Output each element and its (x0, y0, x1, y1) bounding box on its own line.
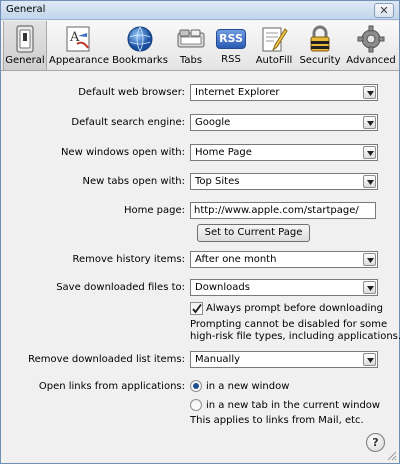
tab-rss-label: RSS (221, 54, 241, 65)
chevron-down-icon (363, 353, 376, 366)
remove-history-label: Remove history items: (72, 254, 185, 265)
tab-autofill-label: AutoFill (255, 55, 293, 66)
remove-history-value: After one month (195, 254, 277, 265)
radio-new-tab[interactable] (190, 399, 202, 411)
preferences-toolbar: General A Appearance Bookmarks Tabs RSS … (1, 21, 399, 71)
tab-rss[interactable]: RSS RSS (213, 21, 249, 70)
remove-download-list-value: Manually (195, 354, 241, 365)
tab-bookmarks-label: Bookmarks (112, 55, 168, 66)
autofill-pencil-icon (262, 27, 288, 52)
tab-general-label: General (5, 55, 45, 66)
advanced-gear-icon (357, 25, 385, 53)
close-icon: ✕ (379, 4, 389, 17)
tab-tabs[interactable]: Tabs (173, 21, 209, 70)
default-search-label: Default search engine: (71, 117, 185, 128)
save-downloads-label: Save downloaded files to: (56, 282, 185, 293)
radio-new-window[interactable] (190, 380, 202, 392)
open-links-note: This applies to links from Mail, etc. (190, 415, 364, 426)
new-windows-select[interactable]: Home Page (190, 144, 378, 161)
window-title: General (6, 4, 46, 15)
new-tabs-value: Top Sites (195, 176, 240, 187)
chevron-down-icon (363, 253, 376, 266)
tab-autofill[interactable]: AutoFill (253, 21, 295, 70)
tab-security[interactable]: Security (297, 21, 343, 70)
tab-tabs-label: Tabs (179, 55, 203, 66)
save-downloads-value: Downloads (195, 282, 250, 293)
tab-bookmarks[interactable]: Bookmarks (111, 21, 169, 70)
title-bar[interactable]: General ✕ (1, 1, 399, 20)
prompt-note-line1: Prompting cannot be disabled for some (190, 319, 388, 330)
tab-security-label: Security (299, 55, 341, 66)
tab-general[interactable]: General (3, 21, 47, 70)
tab-advanced-label: Advanced (346, 55, 396, 66)
tab-advanced[interactable]: Advanced (345, 21, 397, 70)
default-browser-select[interactable]: Internet Explorer (190, 84, 378, 101)
tabs-icon (177, 29, 205, 48)
radio-new-window-label: in a new window (206, 381, 290, 392)
save-downloads-select[interactable]: Downloads (190, 279, 378, 296)
chevron-down-icon (363, 281, 376, 294)
home-page-label: Home page: (123, 205, 185, 216)
chevron-down-icon (363, 86, 376, 99)
tab-appearance[interactable]: A Appearance (49, 21, 110, 70)
radio-new-tab-label: in a new tab in the current window (206, 400, 381, 411)
default-search-value: Google (195, 117, 231, 128)
home-page-field[interactable] (190, 202, 376, 219)
rss-badge-icon: RSS (216, 29, 246, 49)
remove-history-select[interactable]: After one month (190, 251, 378, 268)
default-browser-label: Default web browser: (78, 87, 185, 98)
bookmarks-globe-icon (127, 26, 153, 52)
remove-download-list-select[interactable]: Manually (190, 351, 378, 368)
new-tabs-label: New tabs open with: (82, 176, 186, 187)
appearance-icon: A (66, 26, 90, 52)
tab-appearance-label: Appearance (49, 55, 110, 66)
default-search-select[interactable]: Google (190, 114, 378, 131)
open-links-label: Open links from applications: (38, 381, 185, 392)
checkmark-icon (192, 303, 202, 314)
help-icon: ? (372, 436, 379, 449)
preferences-window: General ✕ General A Appearance Bookmarks… (0, 0, 400, 464)
help-button[interactable]: ? (366, 433, 385, 452)
default-browser-value: Internet Explorer (195, 87, 280, 98)
chevron-down-icon (363, 116, 376, 129)
remove-download-list-label: Remove downloaded list items: (28, 354, 185, 365)
home-page-input[interactable] (191, 203, 375, 218)
security-lock-icon (310, 25, 330, 52)
resize-grip-icon[interactable] (387, 451, 397, 461)
always-prompt-label: Always prompt before downloading (206, 303, 383, 314)
always-prompt-checkbox[interactable] (190, 302, 203, 315)
new-tabs-select[interactable]: Top Sites (190, 173, 378, 190)
chevron-down-icon (363, 175, 376, 188)
general-switch-icon (16, 25, 34, 53)
set-to-current-page-button[interactable]: Set to Current Page (197, 224, 310, 242)
prompt-note-line2: high-risk file types, including applicat… (190, 331, 400, 342)
chevron-down-icon (363, 146, 376, 159)
general-panel: Default web browser: Internet Explorer D… (1, 72, 400, 463)
new-windows-label: New windows open with: (60, 147, 185, 158)
close-button[interactable]: ✕ (374, 3, 394, 18)
new-windows-value: Home Page (195, 147, 252, 158)
